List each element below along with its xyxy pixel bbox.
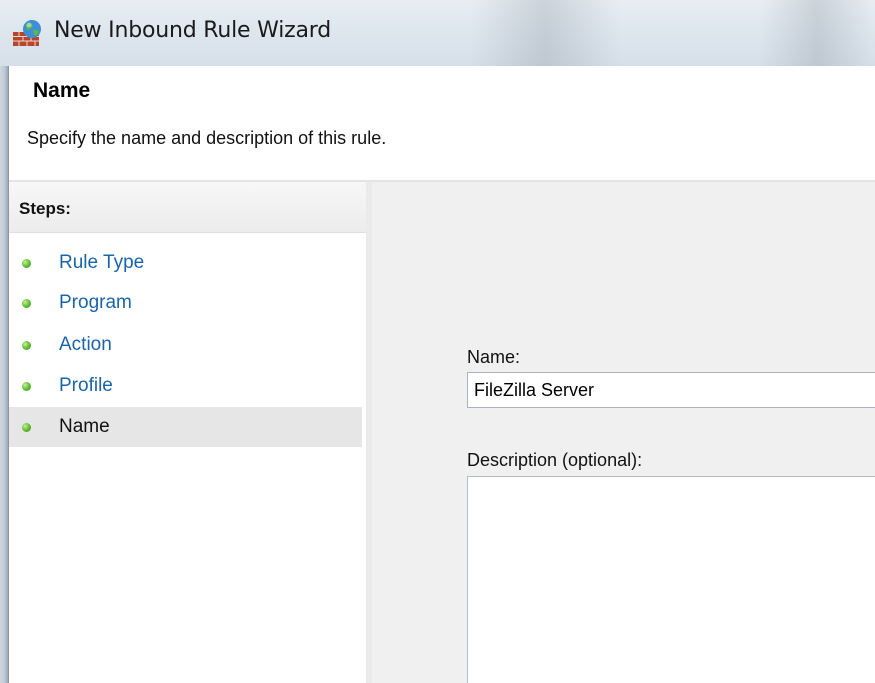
step-label: Name bbox=[59, 416, 110, 437]
step-program[interactable]: Program bbox=[9, 283, 362, 323]
steps-label: Steps: bbox=[19, 199, 71, 218]
description-label: Description (optional): bbox=[467, 450, 643, 470]
step-action[interactable]: Action bbox=[9, 325, 362, 365]
step-label[interactable]: Action bbox=[59, 334, 112, 356]
step-rule-type[interactable]: Rule Type bbox=[9, 243, 362, 283]
step-complete-bullet-icon bbox=[22, 341, 31, 350]
step-label[interactable]: Profile bbox=[59, 375, 113, 397]
step-complete-bullet-icon bbox=[22, 382, 31, 391]
step-name-current: Name bbox=[9, 407, 362, 447]
page-title: Name bbox=[33, 79, 91, 102]
step-label[interactable]: Program bbox=[59, 292, 132, 314]
title-bar[interactable]: New Inbound Rule Wizard bbox=[0, 0, 875, 66]
steps-panel: Steps: Rule Type Program Action Profile … bbox=[9, 182, 366, 683]
step-label[interactable]: Rule Type bbox=[59, 252, 144, 274]
window-frame bbox=[0, 66, 8, 683]
content-panel: Name: Description (optional): bbox=[372, 182, 875, 683]
step-complete-bullet-icon bbox=[22, 299, 31, 308]
glass-reflection bbox=[470, 0, 620, 66]
page-description: Specify the name and description of this… bbox=[27, 128, 387, 148]
firewall-globe-icon bbox=[13, 20, 41, 46]
name-input[interactable] bbox=[467, 372, 875, 408]
window-title: New Inbound Rule Wizard bbox=[54, 18, 331, 43]
description-textarea[interactable] bbox=[467, 476, 875, 683]
wizard-header: Name Specify the name and description of… bbox=[9, 66, 875, 180]
steps-header: Steps: bbox=[9, 182, 366, 233]
step-profile[interactable]: Profile bbox=[9, 366, 362, 406]
glass-reflection bbox=[760, 0, 875, 66]
name-label: Name: bbox=[467, 347, 521, 367]
step-current-bullet-icon bbox=[22, 423, 31, 432]
step-complete-bullet-icon bbox=[22, 259, 31, 268]
